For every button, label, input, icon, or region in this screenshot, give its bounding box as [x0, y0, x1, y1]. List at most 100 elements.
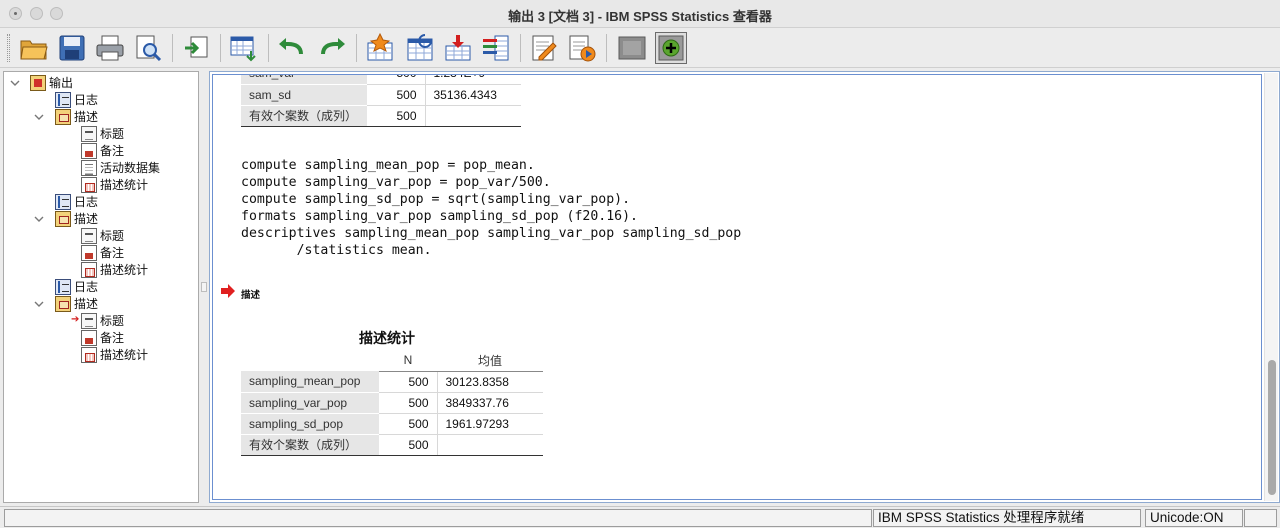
tree-item-log[interactable]: 日志: [55, 278, 98, 295]
chevron-down-icon[interactable]: [10, 78, 20, 88]
syntax-line: compute sampling_sd_pop = sqrt(sampling_…: [241, 192, 631, 207]
chevron-down-icon[interactable]: [34, 214, 44, 224]
chevron-down-icon[interactable]: [34, 299, 44, 309]
open-icon: [20, 40, 48, 60]
undo-button[interactable]: [276, 32, 308, 64]
table-header-row: N 均值: [241, 350, 543, 372]
pane-splitter[interactable]: [199, 71, 209, 503]
row-label: sampling_var_pop: [241, 392, 379, 414]
tree-item-descriptives[interactable]: 描述: [55, 210, 98, 227]
goto-case-button[interactable]: [364, 32, 396, 64]
notes-icon: [81, 329, 97, 346]
designate-window-button[interactable]: [528, 32, 560, 64]
toolbar-separator: [172, 34, 173, 62]
title-icon: [81, 125, 97, 142]
goto-variable-icon: [407, 34, 433, 61]
table-row[interactable]: sampling_mean_pop 500 30123.8358: [241, 371, 543, 393]
output-document[interactable]: sam_var 500 1.234E+9 sam_sd 500 35136.43…: [212, 74, 1262, 500]
variables-icon: [483, 35, 509, 61]
window-title: 输出 3 [文档 3] - IBM SPSS Statistics 查看器: [508, 9, 772, 24]
scrollbar-thumb[interactable]: [1268, 360, 1276, 495]
tree-item-active-dataset[interactable]: 活动数据集: [81, 159, 160, 176]
run-script-button[interactable]: [566, 32, 598, 64]
variables-button[interactable]: [480, 32, 512, 64]
log-icon: [55, 278, 71, 295]
tree-item-notes[interactable]: 备注: [81, 142, 124, 159]
row-label: 有效个案数（成列）: [241, 105, 367, 127]
syntax-line: descriptives sampling_mean_pop sampling_…: [241, 226, 742, 241]
toolbar-separator: [356, 34, 357, 62]
n-cell: 500: [367, 75, 426, 85]
output-content-pane[interactable]: sam_var 500 1.234E+9 sam_sd 500 35136.43…: [209, 71, 1280, 503]
tree-item-notes[interactable]: 备注: [81, 244, 124, 261]
section-heading[interactable]: 描述: [241, 287, 260, 301]
data-editor-button[interactable]: [228, 32, 260, 64]
tree-item-title[interactable]: 标题: [81, 227, 124, 244]
tree-item-output[interactable]: 输出: [30, 74, 73, 91]
tree-item-label: 描述统计: [100, 348, 149, 362]
toolbar-separator: [606, 34, 607, 62]
output-icon: [30, 74, 46, 91]
syntax-line: /statistics mean.: [241, 243, 432, 258]
save-icon: [59, 35, 85, 61]
value-cell: [425, 105, 521, 127]
hide-button[interactable]: [616, 32, 648, 64]
descriptive-stats-icon: [81, 346, 97, 363]
tree-item-descriptive-stats[interactable]: 描述统计: [81, 176, 148, 193]
print-icon: [96, 35, 124, 61]
syntax-log[interactable]: compute sampling_mean_pop = pop_mean. com…: [241, 157, 741, 259]
processor-status: IBM SPSS Statistics 处理程序就绪: [873, 509, 1141, 527]
table-title[interactable]: 描述统计: [359, 328, 415, 348]
undo-icon: [279, 38, 303, 55]
table-row[interactable]: sampling_sd_pop 500 1961.97293: [241, 413, 543, 435]
save-button[interactable]: [56, 32, 88, 64]
redo-icon: [321, 38, 345, 55]
tree-item-log[interactable]: 日志: [55, 193, 98, 210]
vertical-scrollbar[interactable]: [1264, 73, 1278, 501]
tree-item-descriptives[interactable]: 描述: [55, 295, 98, 312]
goto-variable-button[interactable]: [404, 32, 436, 64]
n-cell: 500: [379, 434, 438, 456]
outline-pane[interactable]: 输出 日志 描述 标题 备注 活动数据集 描述统计 日志 描述 标题 备注 描述…: [3, 71, 199, 503]
tree-item-label: 活动数据集: [100, 161, 161, 175]
tree-item-descriptive-stats[interactable]: 描述统计: [81, 261, 148, 278]
print-preview-button[interactable]: [132, 32, 164, 64]
table-row[interactable]: sam_var 500 1.234E+9: [241, 75, 521, 85]
goto-case-icon: [367, 33, 393, 61]
table-row[interactable]: sampling_var_pop 500 3849337.76: [241, 392, 543, 414]
tree-item-descriptive-stats[interactable]: 描述统计: [81, 346, 148, 363]
log-icon: [55, 193, 71, 210]
previous-stats-table[interactable]: sam_var 500 1.234E+9 sam_sd 500 35136.43…: [241, 75, 521, 127]
table-row[interactable]: 有效个案数（成列） 500: [241, 105, 521, 127]
promote-button[interactable]: [655, 32, 687, 64]
insert-cases-button[interactable]: [442, 32, 474, 64]
chevron-down-icon[interactable]: [34, 112, 44, 122]
data-editor-icon: [230, 36, 256, 62]
tree-item-label: 描述统计: [100, 178, 149, 192]
redo-button[interactable]: [316, 32, 348, 64]
log-icon: [55, 91, 71, 108]
tree-item-label: 备注: [100, 331, 125, 345]
descriptive-stats-table[interactable]: N 均值 sampling_mean_pop 500 30123.8358 sa…: [241, 350, 543, 456]
tree-item-title-current[interactable]: 标题: [81, 312, 124, 329]
tree-item-log[interactable]: 日志: [55, 91, 98, 108]
open-button[interactable]: [18, 32, 50, 64]
tree-item-descriptives[interactable]: 描述: [55, 108, 98, 125]
tree-item-notes[interactable]: 备注: [81, 329, 124, 346]
hide-icon: [618, 36, 646, 60]
n-cell: 500: [367, 105, 426, 127]
status-extra-cell: [1244, 509, 1277, 527]
table-row[interactable]: 有效个案数（成列） 500: [241, 434, 543, 456]
status-message-cell: [4, 509, 872, 527]
splitter-handle[interactable]: [201, 282, 207, 292]
print-button[interactable]: [94, 32, 126, 64]
toolbar-grip[interactable]: [7, 34, 10, 62]
title-bar: 输出 3 [文档 3] - IBM SPSS Statistics 查看器: [0, 0, 1280, 28]
tree-item-title[interactable]: 标题: [81, 125, 124, 142]
export-button[interactable]: [180, 32, 212, 64]
current-item-arrow-icon: [221, 284, 235, 298]
designate-window-icon: [532, 35, 557, 61]
mean-cell: [437, 434, 543, 456]
tree-item-label: 备注: [100, 246, 125, 260]
table-row[interactable]: sam_sd 500 35136.4343: [241, 84, 521, 106]
